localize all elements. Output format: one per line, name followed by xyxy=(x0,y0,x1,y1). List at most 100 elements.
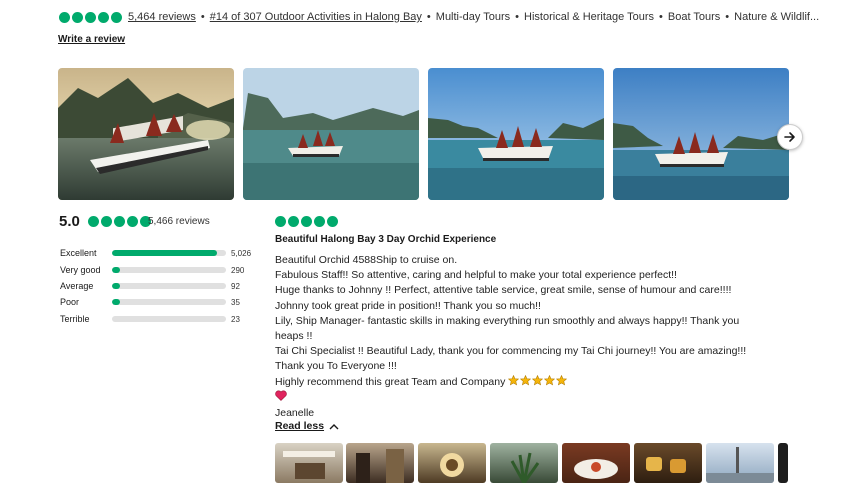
cruise-ship-bay-photo xyxy=(613,68,789,200)
separator-dot: • xyxy=(659,11,663,23)
cruise-ship-bay-photo xyxy=(428,68,604,200)
overall-rating-bubbles xyxy=(88,216,151,227)
cruise-ship-sunset-photo xyxy=(58,68,234,200)
rating-count: 92 xyxy=(231,281,240,291)
rating-label: Poor xyxy=(60,297,80,307)
rating-count: 5,026 xyxy=(231,248,252,258)
rating-bar-fill xyxy=(112,267,120,273)
review-body: Beautiful Orchid 4588Ship to cruise on. … xyxy=(275,253,785,421)
arrow-right-icon xyxy=(784,132,795,142)
review-rating-bubbles xyxy=(275,216,338,227)
category-boat-tours[interactable]: Boat Tours xyxy=(668,11,720,23)
review-line: Thank you To Everyone !!! xyxy=(275,360,397,373)
review-line: Beautiful Orchid 4588Ship to cruise on. xyxy=(275,254,458,266)
reviews-count-link[interactable]: 5,464 reviews xyxy=(128,11,196,23)
review-title: Beautiful Halong Bay 3 Day Orchid Experi… xyxy=(275,234,497,245)
review-line: Tai Chi Specialist !! Beautiful Lady, th… xyxy=(275,345,747,358)
rating-label: Average xyxy=(60,281,94,291)
tea-cups-photo xyxy=(646,457,686,473)
read-less-label: Read less xyxy=(275,420,325,432)
carousel-next-button[interactable] xyxy=(777,124,803,150)
rating-bar xyxy=(112,316,226,322)
rating-bubble xyxy=(314,216,325,227)
category-nature-wildlife[interactable]: Nature & Wildlif... xyxy=(734,11,819,23)
rating-bar xyxy=(112,283,226,289)
rating-bubble xyxy=(127,216,138,227)
review-photo-thumb[interactable] xyxy=(778,443,788,483)
category-historical-tours[interactable]: Historical & Heritage Tours xyxy=(524,11,654,23)
star-icon xyxy=(544,374,556,385)
review-photo-thumb[interactable] xyxy=(562,443,630,483)
rating-bubbles xyxy=(59,11,122,23)
rating-bubble xyxy=(88,216,99,227)
review-photo-thumb[interactable] xyxy=(346,443,414,483)
deck-photo xyxy=(706,447,774,483)
review-photo-thumb[interactable] xyxy=(706,443,774,483)
review-line: Johnny took great pride in position!! Th… xyxy=(275,299,541,312)
write-review-link[interactable]: Write a review xyxy=(58,34,125,45)
rating-bubble xyxy=(101,216,112,227)
food-plate-photo xyxy=(574,459,618,479)
rating-row-excellent[interactable]: Excellent 5,026 xyxy=(60,246,251,260)
rating-bar xyxy=(112,299,226,305)
review-line: heaps !! xyxy=(275,330,313,343)
photo-2[interactable] xyxy=(243,68,419,200)
rating-bubble xyxy=(98,11,109,23)
review-line-with-stars: Highly recommend this great Team and Com… xyxy=(275,374,785,390)
read-less-button[interactable]: Read less xyxy=(275,420,339,432)
ranking-link[interactable]: #14 of 307 Outdoor Activities in Halong … xyxy=(210,11,422,23)
separator-dot: • xyxy=(426,11,431,23)
rating-count: 23 xyxy=(231,314,240,324)
overall-score: 5.0 xyxy=(59,213,80,230)
chevron-up-icon xyxy=(329,423,339,429)
rating-bubble xyxy=(111,11,122,23)
review-photo-thumb[interactable] xyxy=(490,443,558,483)
rating-bar xyxy=(112,267,226,273)
review-line: Highly recommend this great Team and Com… xyxy=(275,375,506,388)
heart-line xyxy=(275,390,785,406)
rating-row-poor[interactable]: Poor 35 xyxy=(60,295,240,309)
rating-bubble xyxy=(327,216,338,227)
review-line: Fabulous Staff!! So attentive, caring an… xyxy=(275,269,677,282)
rating-count: 35 xyxy=(231,297,240,307)
rating-bar-fill xyxy=(112,250,217,256)
plant-photo xyxy=(510,452,540,483)
lamp-photo xyxy=(440,453,464,477)
star-icon xyxy=(520,374,532,385)
review-photo-thumb[interactable] xyxy=(418,443,486,483)
rating-bar xyxy=(112,250,226,256)
interior-photo xyxy=(356,449,404,483)
photo-4[interactable] xyxy=(613,68,789,200)
photo-3[interactable] xyxy=(428,68,604,200)
summary-bar: 5,464 reviews • #14 of 307 Outdoor Activ… xyxy=(59,9,819,25)
review-line: Huge thanks to Johnny !! Perfect, attent… xyxy=(275,284,732,297)
rating-bar-fill xyxy=(112,283,120,289)
separator-dot: • xyxy=(200,11,205,23)
review-photo-thumb[interactable] xyxy=(275,443,343,483)
separator-dot: • xyxy=(725,11,730,23)
rating-row-terrible[interactable]: Terrible 23 xyxy=(60,312,240,326)
rating-bubble xyxy=(59,11,70,23)
rating-bubble xyxy=(85,11,96,23)
review-signature: Jeanelle xyxy=(275,407,315,420)
overall-review-count: 5,466 reviews xyxy=(148,216,210,227)
star-icon xyxy=(508,374,520,385)
photo-1[interactable] xyxy=(58,68,234,200)
star-emojis xyxy=(508,374,568,388)
review-photo-thumb[interactable] xyxy=(634,443,702,483)
rating-label: Very good xyxy=(60,265,101,275)
star-icon xyxy=(532,374,544,385)
rating-row-average[interactable]: Average 92 xyxy=(60,279,240,293)
dining-room-photo xyxy=(283,451,335,479)
rating-bubble xyxy=(114,216,125,227)
rating-label: Excellent xyxy=(60,248,97,258)
cruise-ship-bay-photo xyxy=(243,68,419,200)
rating-bubble xyxy=(275,216,286,227)
separator-dot: • xyxy=(515,11,520,23)
heart-icon xyxy=(275,390,287,401)
rating-row-very-good[interactable]: Very good 290 xyxy=(60,263,244,277)
rating-bubble xyxy=(301,216,312,227)
rating-bar-fill xyxy=(112,299,120,305)
category-multi-day-tours[interactable]: Multi-day Tours xyxy=(436,11,510,23)
rating-label: Terrible xyxy=(60,314,90,324)
